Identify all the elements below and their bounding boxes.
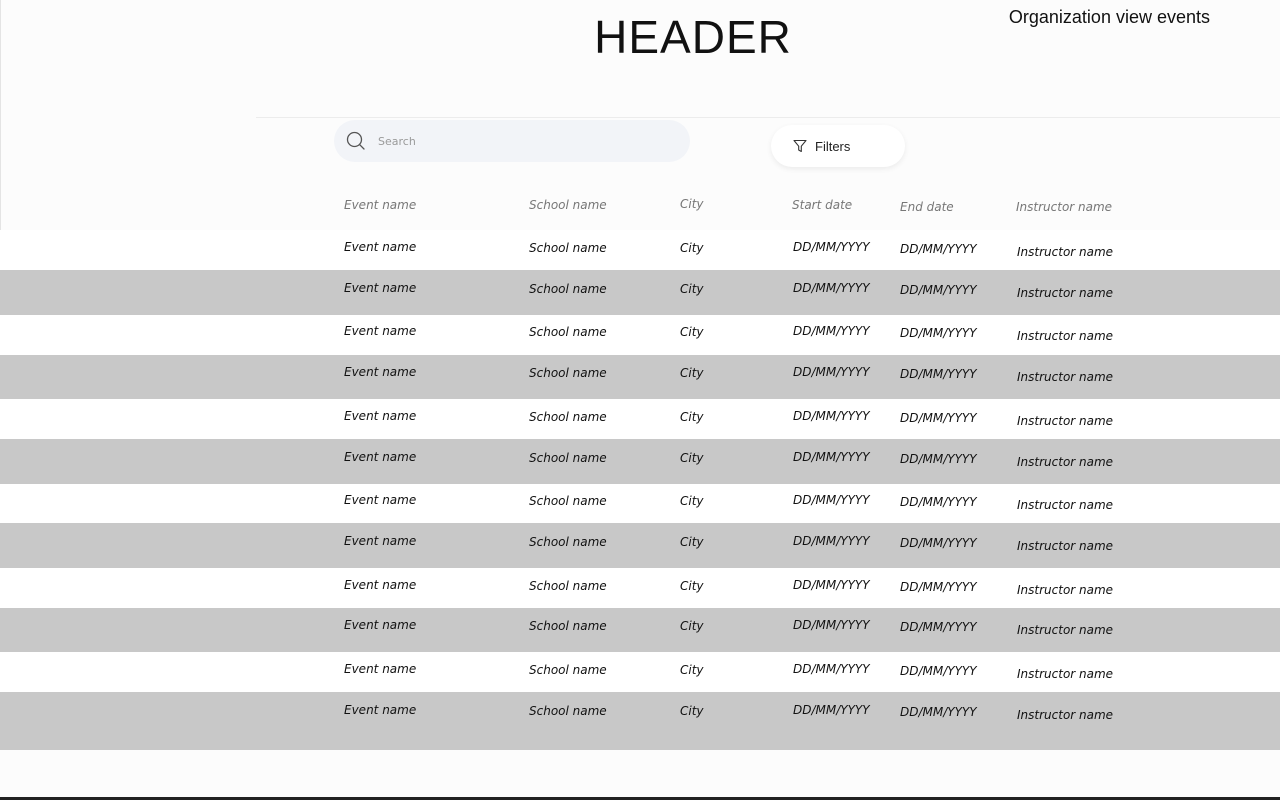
column-header-start-date: Start date <box>792 198 853 212</box>
cell-event-name: Event name <box>344 662 417 676</box>
cell-instructor-name: Instructor name <box>1017 498 1114 512</box>
cell-school-name: School name <box>529 410 607 424</box>
cell-school-name: School name <box>529 579 607 593</box>
cell-city: City <box>680 704 704 718</box>
table-row[interactable]: Event name School name City DD/MM/YYYY DD/MM… <box>0 399 1280 439</box>
column-header-event-name: Event name <box>344 198 417 212</box>
cell-school-name: School name <box>529 325 607 339</box>
filters-label: Filters <box>815 138 851 154</box>
cell-city: City <box>680 494 704 508</box>
header-divider <box>256 117 1280 118</box>
cell-end-date: DD/MM/YYYY <box>900 620 977 634</box>
cell-event-name: Event name <box>344 618 417 632</box>
cell-event-name: Event name <box>344 365 417 379</box>
cell-school-name: School name <box>529 494 607 508</box>
cell-city: City <box>680 619 704 633</box>
search-input[interactable] <box>376 133 660 149</box>
cell-start-date: DD/MM/YYYY <box>793 409 870 423</box>
cell-start-date: DD/MM/YYYY <box>793 365 870 379</box>
cell-school-name: School name <box>529 366 607 380</box>
cell-city: City <box>680 282 704 296</box>
table-row[interactable]: Event name School name City DD/MM/YYYY DD/MM… <box>0 568 1280 608</box>
cell-start-date: DD/MM/YYYY <box>793 240 870 254</box>
cell-event-name: Event name <box>344 324 417 338</box>
cell-instructor-name: Instructor name <box>1017 245 1114 259</box>
cell-city: City <box>680 579 704 593</box>
cell-school-name: School name <box>529 535 607 549</box>
table-row[interactable]: Event name School name City DD/MM/YYYY DD/MM… <box>0 484 1280 523</box>
cell-event-name: Event name <box>344 578 417 592</box>
cell-end-date: DD/MM/YYYY <box>900 536 977 550</box>
cell-event-name: Event name <box>344 281 417 295</box>
cell-school-name: School name <box>529 619 607 633</box>
cell-instructor-name: Instructor name <box>1017 708 1114 722</box>
cell-school-name: School name <box>529 282 607 296</box>
cell-instructor-name: Instructor name <box>1017 370 1114 384</box>
cell-end-date: DD/MM/YYYY <box>900 452 977 466</box>
cell-end-date: DD/MM/YYYY <box>900 664 977 678</box>
cell-start-date: DD/MM/YYYY <box>793 281 870 295</box>
table-row[interactable]: Event name School name City DD/MM/YYYY DD/MM… <box>0 652 1280 692</box>
page-title: Organization view events <box>1008 7 1210 27</box>
cell-instructor-name: Instructor name <box>1017 329 1114 343</box>
table-row[interactable]: Event name School name City DD/MM/YYYY DD/MM… <box>0 230 1280 270</box>
cell-city: City <box>680 366 704 380</box>
cell-end-date: DD/MM/YYYY <box>900 495 977 509</box>
cell-start-date: DD/MM/YYYY <box>793 324 870 338</box>
column-header-end-date: End date <box>900 200 954 214</box>
cell-end-date: DD/MM/YYYY <box>900 283 977 297</box>
cell-event-name: Event name <box>344 240 417 254</box>
cell-start-date: DD/MM/YYYY <box>793 450 870 464</box>
filters-button[interactable]: Filters <box>771 125 905 167</box>
cell-city: City <box>680 410 704 424</box>
cell-start-date: DD/MM/YYYY <box>793 703 870 717</box>
cell-event-name: Event name <box>344 703 417 717</box>
cell-city: City <box>680 663 704 677</box>
table-row[interactable]: Event name School name City DD/MM/YYYY DD/MM… <box>0 608 1280 652</box>
cell-event-name: Event name <box>344 450 417 464</box>
search-bar[interactable] <box>334 120 690 162</box>
cell-instructor-name: Instructor name <box>1017 539 1114 553</box>
cell-event-name: Event name <box>344 409 417 423</box>
column-header-school-name: School name <box>529 198 607 212</box>
cell-instructor-name: Instructor name <box>1017 583 1114 597</box>
cell-event-name: Event name <box>344 493 417 507</box>
column-header-instructor-name: Instructor name <box>1016 200 1113 214</box>
table-row[interactable]: Event name School name City DD/MM/YYYY DD/MM… <box>0 439 1280 484</box>
cell-city: City <box>680 451 704 465</box>
cell-instructor-name: Instructor name <box>1017 667 1114 681</box>
table-row[interactable]: Event name School name City DD/MM/YYYY DD/MM… <box>0 270 1280 315</box>
table-row[interactable]: Event name School name City DD/MM/YYYY DD/MM… <box>0 315 1280 355</box>
cell-instructor-name: Instructor name <box>1017 623 1114 637</box>
cell-instructor-name: Instructor name <box>1017 414 1114 428</box>
table-row[interactable]: Event name School name City DD/MM/YYYY DD/MM… <box>0 523 1280 568</box>
cell-end-date: DD/MM/YYYY <box>900 411 977 425</box>
cell-city: City <box>680 241 704 255</box>
cell-end-date: DD/MM/YYYY <box>900 580 977 594</box>
table-row[interactable]: Event name School name City DD/MM/YYYY DD/MM… <box>0 355 1280 399</box>
cell-end-date: DD/MM/YYYY <box>900 705 977 719</box>
cell-end-date: DD/MM/YYYY <box>900 242 977 256</box>
cell-end-date: DD/MM/YYYY <box>900 326 977 340</box>
column-header-city: City <box>680 197 704 211</box>
search-icon <box>346 131 366 151</box>
cell-school-name: School name <box>529 704 607 718</box>
cell-school-name: School name <box>529 663 607 677</box>
table-row[interactable]: Event name School name City DD/MM/YYYY DD/MM… <box>0 692 1280 750</box>
cell-school-name: School name <box>529 451 607 465</box>
cell-school-name: School name <box>529 241 607 255</box>
cell-end-date: DD/MM/YYYY <box>900 367 977 381</box>
cell-start-date: DD/MM/YYYY <box>793 618 870 632</box>
cell-event-name: Event name <box>344 534 417 548</box>
cell-instructor-name: Instructor name <box>1017 455 1114 469</box>
cell-start-date: DD/MM/YYYY <box>793 578 870 592</box>
filter-icon <box>793 139 807 153</box>
cell-start-date: DD/MM/YYYY <box>793 662 870 676</box>
cell-start-date: DD/MM/YYYY <box>793 534 870 548</box>
cell-start-date: DD/MM/YYYY <box>793 493 870 507</box>
cell-city: City <box>680 535 704 549</box>
cell-instructor-name: Instructor name <box>1017 286 1114 300</box>
cell-city: City <box>680 325 704 339</box>
